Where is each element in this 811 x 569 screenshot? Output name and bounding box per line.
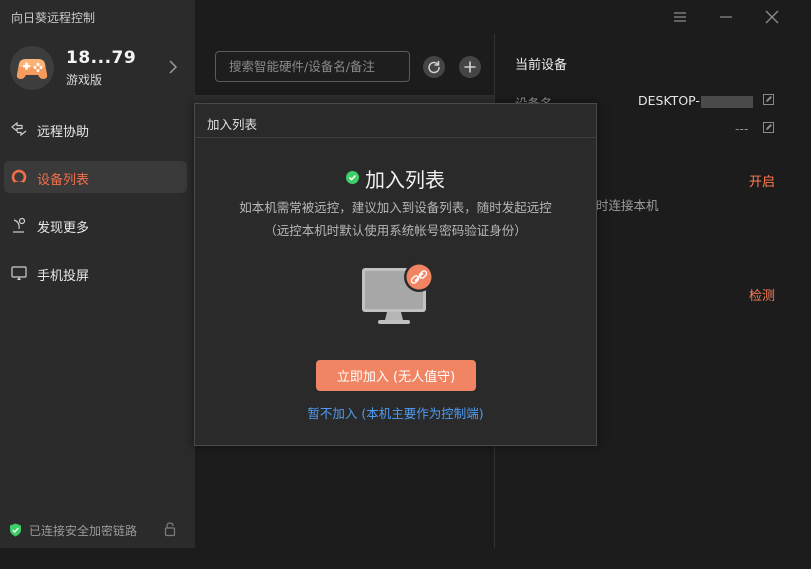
lock-icon[interactable] (164, 522, 176, 537)
device-name-value: DESKTOP- (638, 93, 753, 108)
current-device-title: 当前设备 (515, 58, 568, 73)
profile-card[interactable]: 18...79 游戏版 (8, 44, 188, 92)
refresh-button[interactable] (423, 56, 445, 78)
remote-assist-icon (11, 121, 27, 137)
device-list-icon (11, 169, 27, 185)
add-device-button[interactable] (459, 56, 481, 78)
menu-icon[interactable] (670, 8, 690, 26)
shield-check-icon (10, 523, 21, 537)
enable-link[interactable]: 开启 (749, 171, 775, 190)
check-link[interactable]: 检测 (749, 285, 775, 304)
sidebar-item-remote-assist[interactable]: 远程协助 (4, 113, 187, 145)
sidebar-item-device-list[interactable]: 设备列表 (4, 161, 187, 193)
sidebar-item-screen-cast[interactable]: 手机投屏 (4, 257, 187, 289)
dialog-header: 加入列表 (195, 104, 596, 138)
skip-join-link[interactable]: 暂不加入 (本机主要作为控制端) (195, 403, 596, 422)
sidebar-item-label: 手机投屏 (37, 269, 90, 284)
screen-cast-icon (11, 266, 27, 280)
sidebar-item-label: 设备列表 (37, 173, 90, 188)
secure-connection-label: 已连接安全加密链路 (29, 524, 138, 538)
avatar[interactable] (10, 46, 54, 90)
sidebar-item-label: 发现更多 (37, 221, 90, 236)
check-circle-icon (346, 171, 359, 184)
search-input[interactable] (216, 52, 409, 81)
sidebar-item-label: 远程协助 (37, 125, 90, 140)
discover-icon (13, 217, 26, 233)
app-title: 向日葵远程控制 (11, 11, 96, 25)
join-list-dialog: 加入列表 加入列表 如本机需常被远控，建议加入到设备列表，随时发起远控 （远控本… (194, 103, 597, 446)
app-window: 向日葵远程控制 18...79 游戏版 远程协助 设备列表 发现更多 手机投屏 … (0, 0, 811, 569)
chevron-right-icon[interactable] (166, 58, 180, 76)
profile-edition: 游戏版 (66, 73, 103, 87)
edit-icon[interactable] (763, 122, 774, 133)
plus-icon (464, 61, 476, 73)
profile-name: 18...79 (66, 48, 137, 68)
dialog-header-title: 加入列表 (207, 117, 258, 132)
dialog-heading: 加入列表 (195, 164, 596, 193)
edit-icon[interactable] (763, 94, 774, 105)
connect-hint-text: 时连接本机 (596, 198, 659, 213)
dialog-description: 如本机需常被远控，建议加入到设备列表，随时发起远控 (239, 200, 552, 215)
gamepad-avatar-icon (10, 46, 54, 90)
search-box[interactable] (215, 51, 410, 82)
dialog-note: （远控本机时默认使用系统帐号密码验证身份） (264, 223, 527, 238)
computer-link-icon (362, 262, 434, 324)
masked-text (700, 95, 753, 108)
join-now-button[interactable]: 立即加入 (无人值守) (316, 360, 476, 391)
remark-value: --- (735, 121, 749, 136)
secure-connection-status: 已连接安全加密链路 (9, 521, 189, 539)
dialog-heading-text: 加入列表 (365, 168, 445, 192)
sidebar-item-discover[interactable]: 发现更多 (4, 209, 187, 241)
minimize-icon[interactable] (716, 8, 736, 26)
close-icon[interactable] (762, 8, 782, 26)
sidebar: 向日葵远程控制 18...79 游戏版 远程协助 设备列表 发现更多 手机投屏 … (0, 0, 195, 548)
refresh-icon (428, 61, 440, 74)
